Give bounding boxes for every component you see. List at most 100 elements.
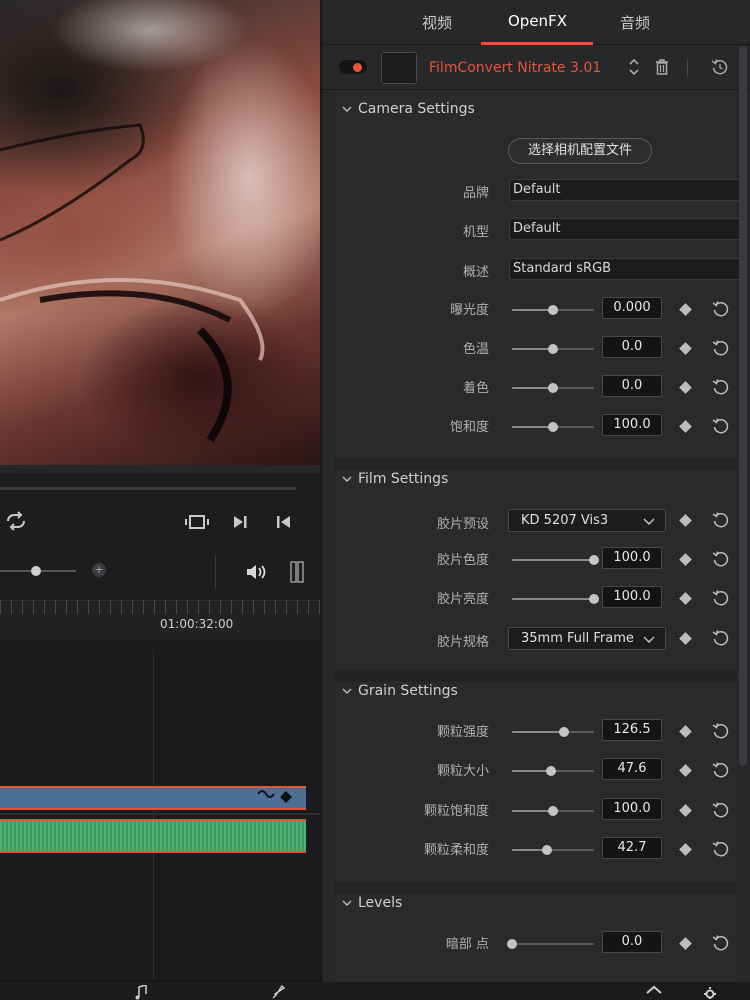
param-value-input[interactable]: 47.6 [602,758,662,780]
param-value-input[interactable]: 100.0 [602,547,662,569]
slider-fill [512,387,553,389]
param-value-input[interactable]: 126.5 [602,719,662,741]
reset-icon[interactable] [712,761,730,779]
tab-audio[interactable]: 音频 [620,12,650,33]
previous-frame-icon[interactable] [270,509,296,535]
tab-video[interactable]: 视频 [422,12,452,33]
reset-icon[interactable] [710,57,730,77]
move-up-down-icon[interactable] [624,57,644,77]
param-value-input[interactable]: 0.0 [602,375,662,397]
video-viewer[interactable] [0,0,320,465]
loop-icon[interactable] [3,508,29,534]
param-slider[interactable] [512,383,594,393]
rocket-icon[interactable] [270,984,286,1000]
section-camera-settings[interactable]: Camera Settings [342,101,475,117]
tab-openfx[interactable]: OpenFX [508,12,567,30]
zoom-slider-knob[interactable] [31,566,41,576]
slider-knob[interactable] [558,727,569,737]
slider-knob[interactable] [548,344,558,354]
param-value-input[interactable]: 100.0 [602,798,662,820]
slider-knob[interactable] [548,806,558,816]
slider-knob[interactable] [548,305,558,315]
audio-meter-icon[interactable] [284,559,310,585]
slider-knob[interactable] [548,383,558,393]
inspector-scrollbar[interactable] [739,46,747,766]
reset-icon[interactable] [712,511,730,529]
reset-icon[interactable] [712,589,730,607]
keyframe-icon[interactable] [679,725,692,738]
keyframe-icon[interactable] [679,303,692,316]
param-slider[interactable] [512,344,594,354]
keyframe-icon[interactable] [679,592,692,605]
reset-icon[interactable] [712,550,730,568]
reset-icon[interactable] [712,300,730,318]
keyframe-icon[interactable] [679,342,692,355]
slider-knob[interactable] [546,766,557,776]
home-icon[interactable] [646,985,662,1000]
timeline-tracks[interactable] [0,640,320,980]
slider-knob[interactable] [542,845,553,855]
keyframe-icon[interactable] [679,804,692,817]
section-film-settings[interactable]: Film Settings [342,471,448,487]
param-label: 颗粒大小 [436,764,489,779]
reset-icon[interactable] [712,801,730,819]
model-field[interactable]: Default [509,218,745,240]
slider-knob[interactable] [589,594,599,604]
trash-icon[interactable] [652,57,672,77]
zoom-in-icon[interactable]: + [92,563,106,577]
param-slider[interactable] [512,727,594,737]
overview-field[interactable]: Standard sRGB [509,258,745,280]
match-frame-icon[interactable] [184,509,210,535]
music-note-icon[interactable] [134,984,150,1000]
param-slider[interactable] [512,806,594,816]
param-value-input[interactable]: 0.0 [602,931,662,953]
param-value-input[interactable]: 0.000 [602,297,662,319]
param-slider[interactable] [512,555,599,565]
section-levels[interactable]: Levels [342,895,402,911]
fx-keyframe-icon[interactable] [256,788,296,808]
param-value-input[interactable]: 100.0 [602,414,662,436]
video-clip[interactable] [0,786,306,810]
scrubber-bar[interactable] [0,487,296,490]
param-value-input[interactable]: 100.0 [602,586,662,608]
next-frame-icon[interactable] [227,509,253,535]
reset-icon[interactable] [712,840,730,858]
dropdown-value: 35mm Full Frame [521,631,634,646]
keyframe-icon[interactable] [679,632,692,645]
reset-icon[interactable] [712,378,730,396]
reset-icon[interactable] [712,934,730,952]
param-slider[interactable] [512,422,594,432]
param-value-input[interactable]: 42.7 [602,837,662,859]
keyframe-icon[interactable] [679,937,692,950]
keyframe-icon[interactable] [679,553,692,566]
param-slider[interactable] [512,594,599,604]
reset-icon[interactable] [712,417,730,435]
param-slider[interactable] [512,766,594,776]
keyframe-icon[interactable] [679,381,692,394]
keyframe-icon[interactable] [679,843,692,856]
effect-enable-toggle[interactable] [339,60,367,74]
viewer-timeline-area: + 01:00:32:00 [0,0,320,1000]
audio-waveform [0,821,306,851]
param-value-input[interactable]: 0.0 [602,336,662,358]
brand-field[interactable]: Default [509,179,745,201]
keyframe-icon[interactable] [679,514,692,527]
select-camera-profile-button[interactable]: 选择相机配置文件 [508,138,652,164]
reset-icon[interactable] [712,722,730,740]
film-format-dropdown[interactable]: 35mm Full Frame [508,627,666,650]
chevron-down-icon [342,688,352,694]
speaker-icon[interactable] [243,559,269,585]
slider-knob[interactable] [507,939,517,949]
reset-icon[interactable] [712,629,730,647]
keyframe-icon[interactable] [679,420,692,433]
keyframe-icon[interactable] [679,764,692,777]
slider-knob[interactable] [589,555,599,565]
param-slider[interactable] [512,305,594,315]
gear-icon[interactable] [702,985,718,1000]
section-grain-settings[interactable]: Grain Settings [342,683,458,699]
reset-icon[interactable] [712,339,730,357]
param-slider[interactable] [512,845,594,855]
slider-knob[interactable] [548,422,558,432]
param-slider[interactable] [507,939,594,949]
film-preset-dropdown[interactable]: KD 5207 Vis3 [508,509,666,532]
